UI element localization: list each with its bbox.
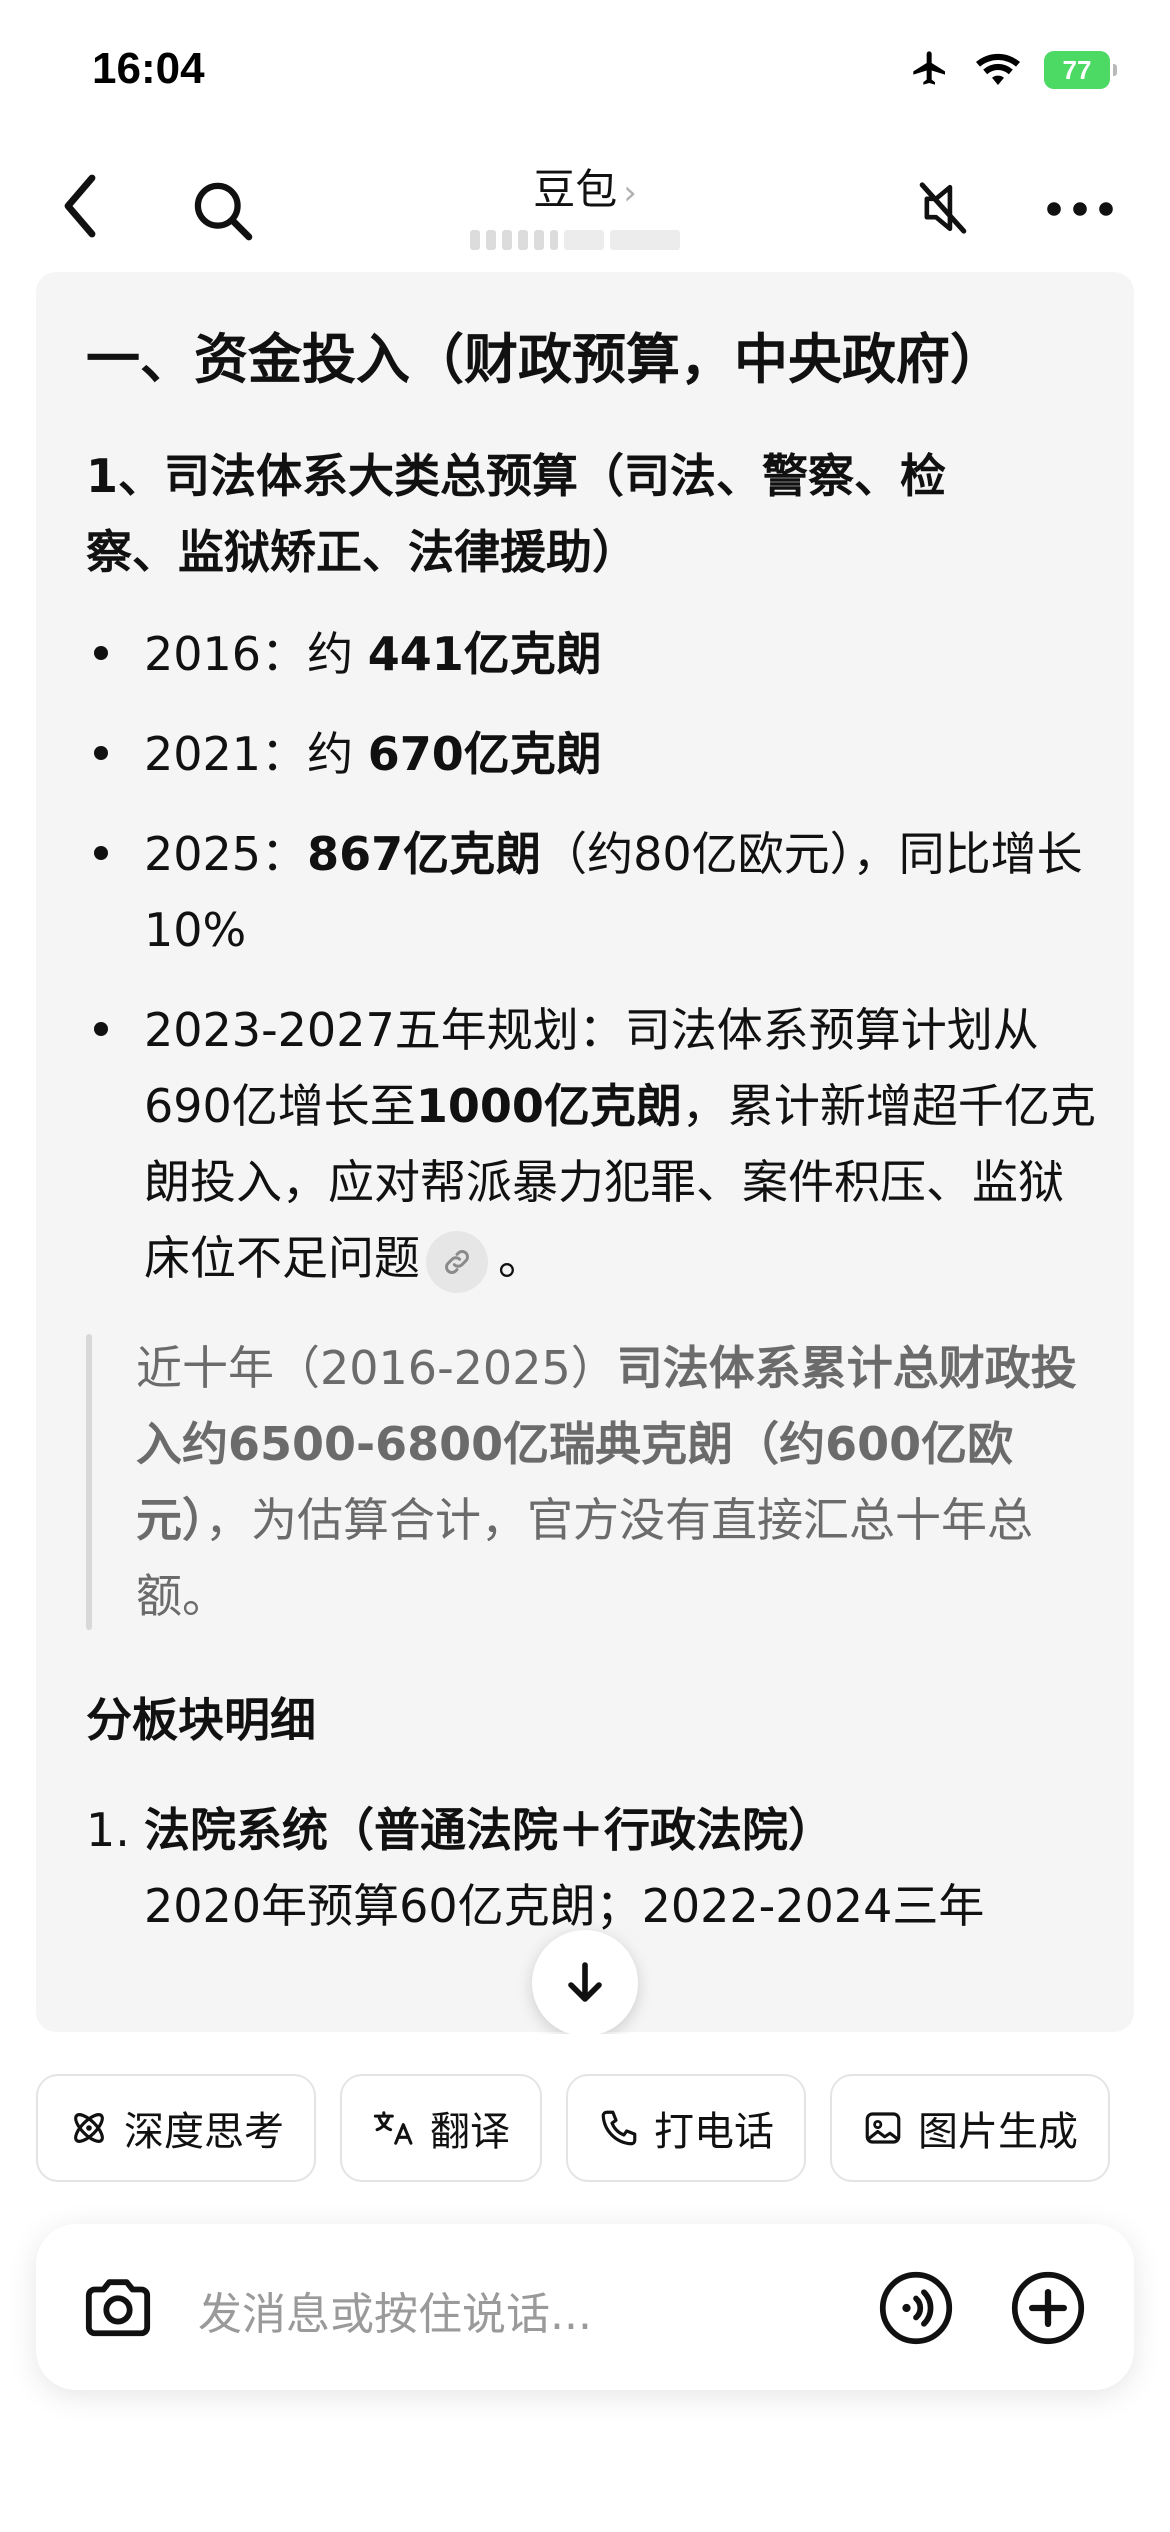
plus-circle-icon — [1011, 2271, 1085, 2345]
chip-image-generation[interactable]: 图片生成 — [830, 2074, 1110, 2182]
chip-label: 图片生成 — [918, 2109, 1078, 2155]
status-bar: 16:04 77 — [0, 0, 1170, 140]
reference-link-button[interactable] — [426, 1230, 488, 1293]
arrow-down-icon — [568, 1962, 602, 2002]
chip-phone-call[interactable]: 打电话 — [566, 2074, 806, 2182]
section-heading: 一、资金投入（财政预算，中央政府） — [86, 328, 1004, 391]
message-card: 一、资金投入（财政预算，中央政府） 1、司法体系大类总预算（司法、警察、检 察、… — [36, 272, 1134, 2032]
message-content: 一、资金投入（财政预算，中央政府） 1、司法体系大类总预算（司法、警察、检 察、… — [86, 322, 1096, 1944]
nav-title-text: 豆包 — [533, 165, 618, 214]
numbered-item-title: 法院系统（普通法院＋行政法院） — [144, 1803, 834, 1857]
airplane-icon — [908, 48, 952, 92]
translate-icon — [373, 2111, 413, 2145]
phone-icon — [601, 2110, 637, 2146]
chevron-right-icon: › — [623, 173, 637, 213]
subsection-heading-line1: 1、司法体系大类总预算（司法、警察、检 — [86, 449, 947, 503]
more-button[interactable] — [1040, 184, 1120, 234]
message-input-bar: 发消息或按住说话... — [36, 2224, 1134, 2390]
camera-button[interactable] — [80, 2272, 156, 2346]
mute-button[interactable] — [908, 172, 978, 244]
nav-title[interactable]: 豆包 › — [0, 156, 1170, 217]
more-icon — [1047, 202, 1113, 216]
wifi-icon — [974, 49, 1022, 91]
nav-bar: 豆包 › — [0, 140, 1170, 270]
list-item: 2025：867亿克朗（约80亿欧元），同比增长10% — [86, 816, 1096, 968]
battery-icon: 77 — [1044, 51, 1117, 89]
battery-level: 77 — [1062, 54, 1092, 85]
chip-label: 打电话 — [654, 2109, 774, 2155]
atom-icon — [74, 2113, 104, 2143]
summary-quote: 近十年（2016-2025）司法体系累计总财政投入约6500-6800亿瑞典克朗… — [86, 1330, 1096, 1634]
subsection-heading: 1、司法体系大类总预算（司法、警察、检 察、监狱矫正、法律援助） — [86, 438, 1096, 590]
list-item: 2021：约 670亿克朗 — [86, 716, 1096, 792]
voice-call-button[interactable] — [878, 2270, 954, 2350]
detail-heading: 分板块明细 — [86, 1693, 316, 1747]
bottom-area: 深度思考 翻译 打电话 图片生成 发消息或按住说话... — [0, 2034, 1170, 2532]
list-item: 2016：约 441亿克朗 — [86, 616, 1096, 692]
camera-icon — [85, 2279, 151, 2337]
message-input[interactable]: 发消息或按住说话... — [198, 2278, 592, 2342]
subsection-heading-line2: 察、监狱矫正、法律援助） — [86, 525, 638, 579]
status-icons: 77 — [908, 48, 1117, 92]
chip-deep-think[interactable]: 深度思考 — [36, 2074, 316, 2182]
speaker-mute-icon — [919, 182, 967, 234]
list-item: 2023-2027五年规划：司法体系预算计划从690亿增长至1000亿克朗，累计… — [86, 992, 1096, 1296]
status-time: 16:04 — [92, 44, 205, 93]
image-icon — [865, 2112, 901, 2144]
budget-list: 2016：约 441亿克朗 2021：约 670亿克朗 2025：867亿克朗（… — [86, 616, 1096, 1296]
chip-translate[interactable]: 翻译 — [340, 2074, 542, 2182]
quick-action-chips: 深度思考 翻译 打电话 图片生成 — [36, 2074, 1110, 2182]
chip-label: 深度思考 — [124, 2109, 284, 2155]
add-button[interactable] — [1010, 2270, 1086, 2350]
chip-label: 翻译 — [430, 2109, 510, 2155]
scroll-to-bottom-button[interactable] — [532, 1930, 638, 2036]
voice-wave-icon — [879, 2271, 953, 2345]
link-icon — [445, 1249, 469, 1274]
numbered-item-text: 2020年预算60亿克朗；2022-2024三年 — [144, 1879, 985, 1933]
nav-subtitle-placeholder — [470, 228, 700, 252]
numbered-item: 1. 法院系统（普通法院＋行政法院） 2020年预算60亿克朗；2022-202… — [86, 1803, 985, 1933]
